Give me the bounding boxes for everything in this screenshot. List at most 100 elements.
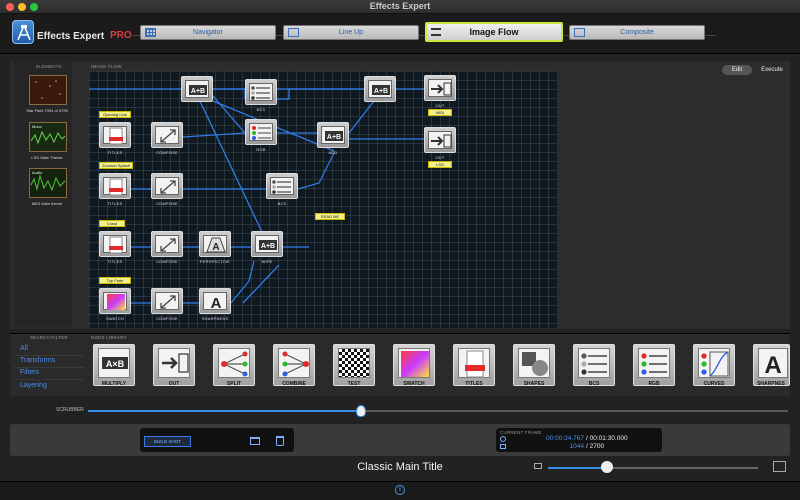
output-tag-lsg[interactable]: LSG bbox=[428, 161, 452, 168]
node-library-heading: NODE LIBRARY bbox=[91, 335, 127, 340]
library-node-shapes[interactable] bbox=[513, 344, 555, 386]
filter-filters[interactable]: Filters bbox=[20, 369, 39, 376]
scrubber-track[interactable] bbox=[88, 410, 788, 412]
window-icon[interactable] bbox=[250, 437, 260, 445]
graph-node[interactable]: A bbox=[199, 231, 231, 257]
rgb-icon bbox=[252, 126, 271, 140]
ab-blend-icon: A+B bbox=[372, 85, 390, 95]
graph-node[interactable] bbox=[99, 231, 131, 257]
node-graph-canvas[interactable]: A+B BCS A+B OUT MIDI Opening Line TITLES… bbox=[89, 71, 557, 328]
title-tag-opening[interactable]: Opening Line bbox=[99, 111, 131, 118]
graph-node-label: OUT bbox=[435, 155, 445, 160]
sharpness-icon: A bbox=[211, 295, 222, 312]
checkerboard-icon bbox=[338, 348, 370, 378]
graph-node[interactable]: A+B bbox=[364, 76, 396, 102]
graph-node[interactable] bbox=[99, 122, 131, 148]
library-node-bcs[interactable] bbox=[573, 344, 615, 386]
frame-icon bbox=[500, 444, 506, 449]
graph-node[interactable] bbox=[151, 231, 183, 257]
library-node-test[interactable] bbox=[333, 344, 375, 386]
svg-text:A: A bbox=[211, 295, 222, 311]
ab-blend-icon: A+B bbox=[259, 240, 277, 250]
readme-note[interactable]: READ ME bbox=[315, 213, 345, 220]
tab-image-flow[interactable]: Image Flow bbox=[425, 22, 563, 42]
filter-all[interactable]: All bbox=[20, 345, 28, 352]
library-node-rgb[interactable] bbox=[633, 344, 675, 386]
ab-blend-icon: A×B bbox=[102, 357, 128, 369]
library-node-label: OUT bbox=[168, 381, 180, 387]
graph-node[interactable] bbox=[245, 119, 277, 145]
zoom-slider-track[interactable] bbox=[548, 467, 758, 469]
library-node-sharpness[interactable]: A bbox=[753, 344, 790, 386]
graph-node-label: WIPE bbox=[261, 259, 273, 264]
ab-blend-icon: A+B bbox=[189, 85, 207, 95]
graph-node[interactable] bbox=[424, 75, 456, 101]
graph-node[interactable] bbox=[151, 122, 183, 148]
zoom-out-icon[interactable] bbox=[534, 463, 542, 469]
scrubber-progress bbox=[88, 410, 361, 412]
app-logo-icon bbox=[12, 20, 34, 44]
filter-transforms[interactable]: Transforms bbox=[20, 357, 55, 364]
graph-node[interactable]: A+B bbox=[181, 76, 213, 102]
title-tag-zoomed[interactable]: Zoomed Splash bbox=[99, 162, 133, 169]
graph-node[interactable] bbox=[424, 127, 456, 153]
zoom-slider-handle[interactable] bbox=[600, 461, 613, 473]
library-node-combine[interactable] bbox=[273, 344, 315, 386]
library-node-label: SPLIT bbox=[226, 381, 242, 387]
graph-node[interactable] bbox=[266, 173, 298, 199]
library-node-out[interactable] bbox=[153, 344, 195, 386]
title-tag-top-fade[interactable]: Top Fade bbox=[99, 277, 131, 284]
graph-node[interactable]: A+B bbox=[317, 122, 349, 148]
titles-icon bbox=[109, 178, 123, 196]
graph-node[interactable] bbox=[151, 288, 183, 314]
graph-node-label: COMPOSE bbox=[156, 259, 178, 264]
graph-node[interactable] bbox=[99, 173, 131, 199]
title-tag-crawl[interactable]: Crawl bbox=[99, 220, 125, 227]
graph-node[interactable]: A bbox=[199, 288, 231, 314]
edit-mode-button[interactable]: Edit bbox=[722, 65, 752, 75]
element-thumbnail[interactable]: Audio bbox=[29, 168, 67, 198]
graph-node-label: SWATCH bbox=[105, 316, 125, 321]
tab-line-up[interactable]: Line Up bbox=[283, 25, 419, 40]
element-overlay-label: Audio bbox=[32, 170, 43, 175]
execute-mode-button[interactable]: Execute bbox=[756, 65, 788, 75]
build-shot-button[interactable]: BUILD SHOT bbox=[144, 436, 191, 447]
library-node-swatch[interactable] bbox=[393, 344, 435, 386]
library-node-multiply[interactable]: A×B bbox=[93, 344, 135, 386]
combine-icon bbox=[282, 351, 309, 377]
element-thumbnail[interactable]: Moov bbox=[29, 122, 67, 152]
shapes-icon bbox=[522, 352, 548, 376]
split-icon bbox=[221, 351, 248, 377]
graph-node[interactable] bbox=[151, 173, 183, 199]
sliders-icon bbox=[581, 353, 607, 375]
library-node-split[interactable] bbox=[213, 344, 255, 386]
tab-navigator[interactable]: Navigator bbox=[140, 25, 276, 40]
graph-node-label: RGB bbox=[256, 147, 266, 152]
element-overlay-label: Moov bbox=[32, 124, 42, 129]
info-icon[interactable]: i bbox=[395, 485, 405, 495]
tab-composite[interactable]: Composite bbox=[569, 25, 705, 40]
zoom-slider-fill bbox=[548, 467, 607, 469]
graph-node-label: COMPOSE bbox=[156, 316, 178, 321]
zoom-in-icon[interactable] bbox=[773, 461, 786, 472]
scrubber-label: SCRUBBER bbox=[56, 407, 84, 413]
svg-text:A: A bbox=[212, 242, 219, 253]
app-edition: PRO bbox=[110, 30, 132, 41]
library-node-label: TEST bbox=[347, 381, 361, 387]
library-node-curves[interactable] bbox=[693, 344, 735, 386]
filter-divider bbox=[14, 379, 84, 380]
sharpness-icon: A bbox=[764, 352, 781, 379]
svg-text:A+B: A+B bbox=[261, 243, 275, 250]
graph-node[interactable]: A+B bbox=[251, 231, 283, 257]
scrubber-handle[interactable] bbox=[356, 405, 366, 417]
graph-node[interactable] bbox=[245, 79, 277, 105]
out-arrow-icon bbox=[431, 134, 452, 148]
element-thumbnail[interactable] bbox=[29, 75, 67, 105]
trash-icon[interactable] bbox=[276, 436, 284, 446]
filter-layering[interactable]: Layering bbox=[20, 382, 47, 389]
graph-node-label: TITLES bbox=[107, 259, 123, 264]
graph-node[interactable] bbox=[99, 288, 131, 314]
output-tag-midi[interactable]: MIDI bbox=[428, 109, 452, 116]
library-node-titles[interactable] bbox=[453, 344, 495, 386]
graph-node-label: PERSPECTIVE bbox=[199, 259, 231, 264]
